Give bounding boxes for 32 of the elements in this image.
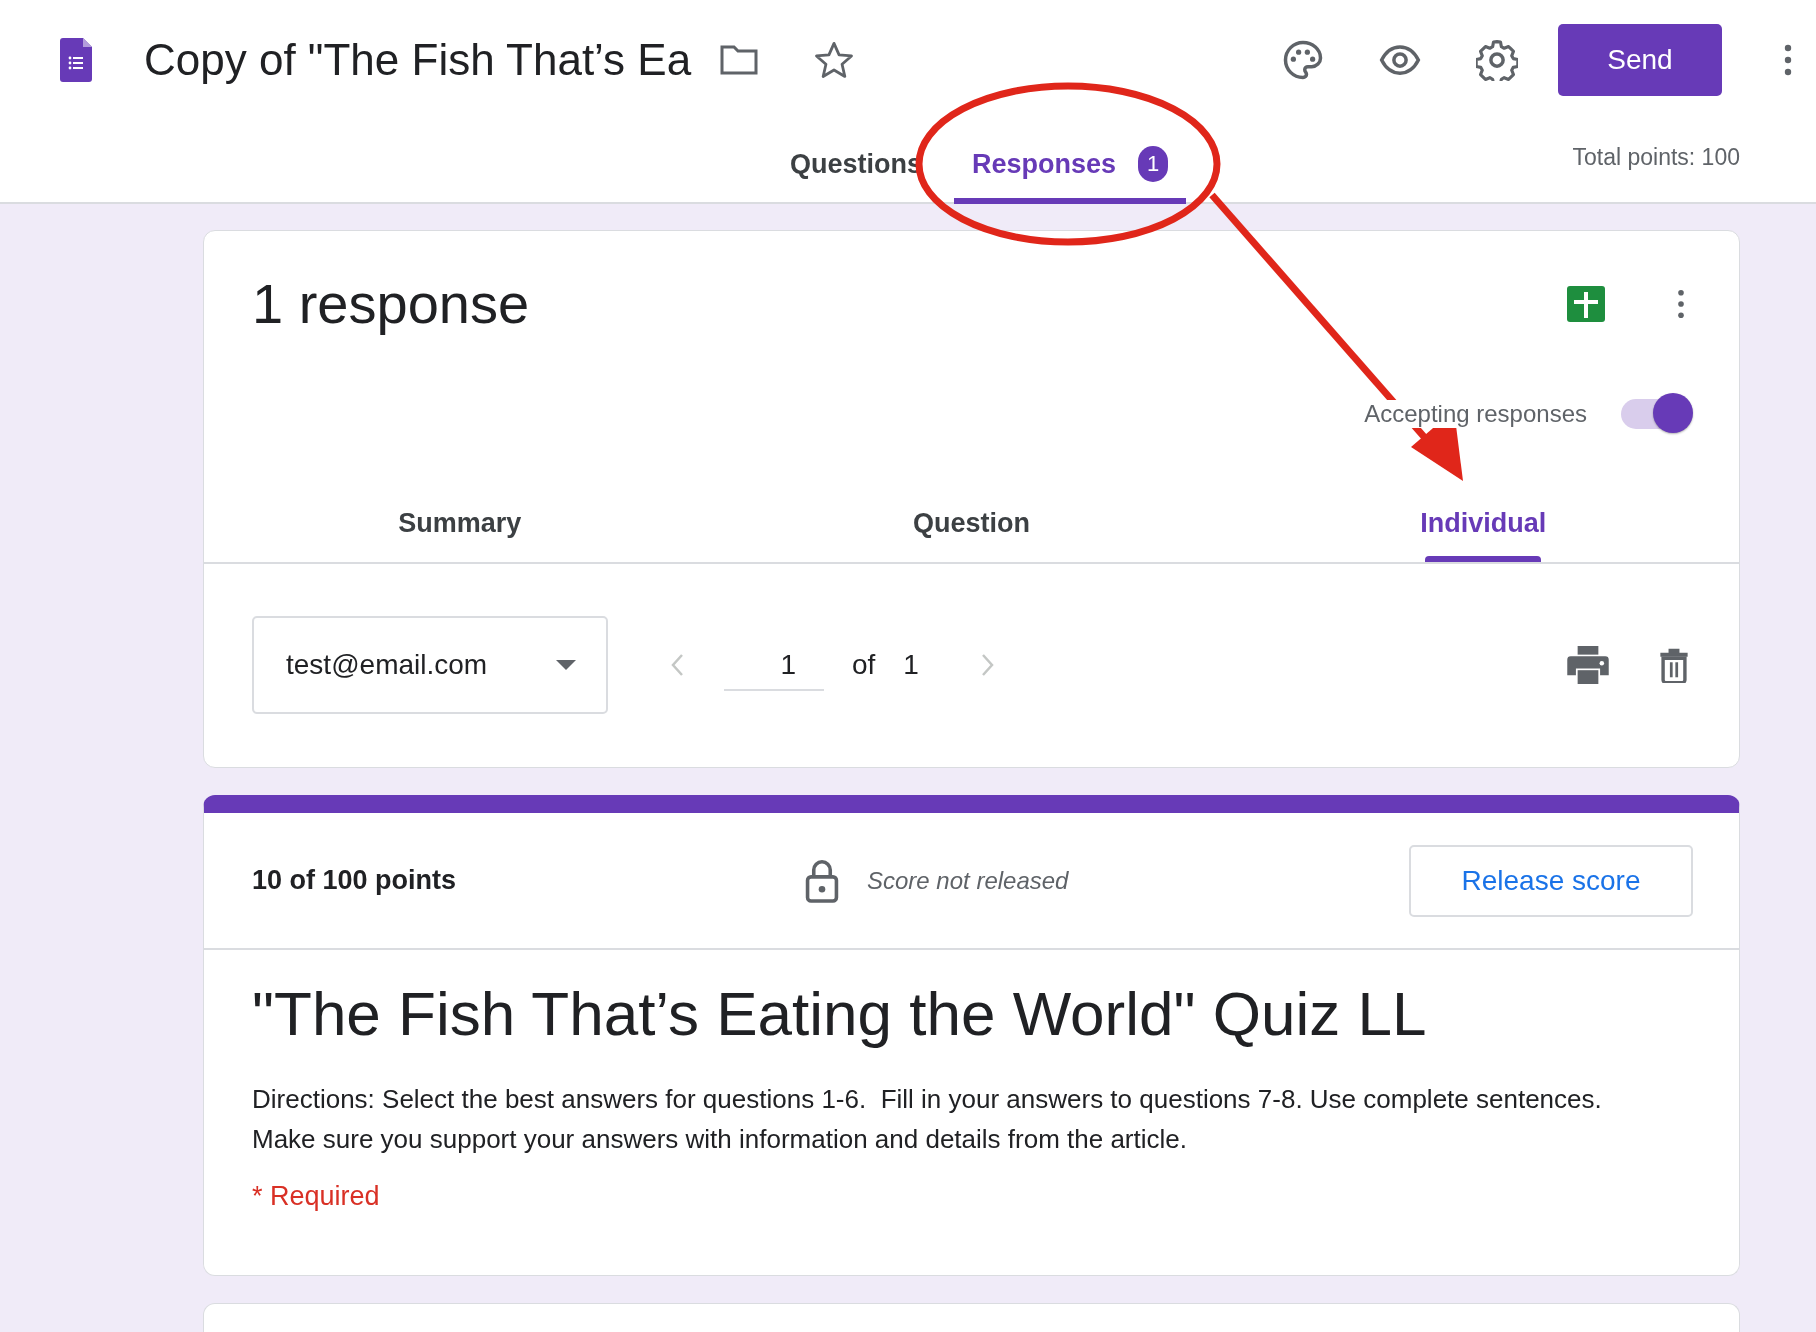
release-status: Score not released [867,866,1069,895]
view-tab[interactable]: Summary [204,484,716,562]
accepting-label: Accepting responses [1364,400,1587,428]
print-icon[interactable] [1567,646,1609,684]
more-icon[interactable] [1784,44,1792,76]
settings-icon[interactable] [1476,39,1518,81]
total-points: Total points: 100 [1572,144,1740,171]
more-icon[interactable] [1677,288,1685,319]
quiz-directions: Directions: Select the best answers for questions 1-6. Fill in your answers to questions 7-8. Use complete sentences. Make sure you support your answers with information and details from the article. [252,1083,1602,1156]
quiz-title: "The Fish That’s Eating the World" Quiz LL [252,978,1428,1049]
caret-icon [556,660,576,670]
send-button[interactable]: Send [1558,24,1722,96]
required-note: * Required [252,1181,381,1212]
response-count: 1 response [252,271,531,336]
release-score-button[interactable]: Release score [1409,844,1693,917]
view-tab[interactable]: Question [715,484,1228,562]
page-field[interactable]: 1 [724,639,824,691]
star-icon[interactable] [813,39,856,81]
form-title[interactable]: Copy of "The Fish That’s Ea [144,35,692,85]
tab[interactable]: Responses 1 [954,130,1187,204]
folder-icon[interactable] [719,44,760,76]
score-points: 10 of 100 points [252,865,458,896]
palette-icon[interactable] [1282,39,1324,81]
delete-icon[interactable] [1659,647,1689,683]
spreadsheet-icon[interactable] [1567,285,1605,322]
count-badge: 1 [1138,146,1169,182]
of-label: of [852,649,876,681]
lock-icon [805,858,839,903]
respondent-dropdown[interactable]: test@email.com [252,616,608,714]
view-tab[interactable]: Individual [1227,484,1739,562]
page-total: 1 [903,649,919,681]
forms-logo-icon[interactable] [60,38,92,82]
